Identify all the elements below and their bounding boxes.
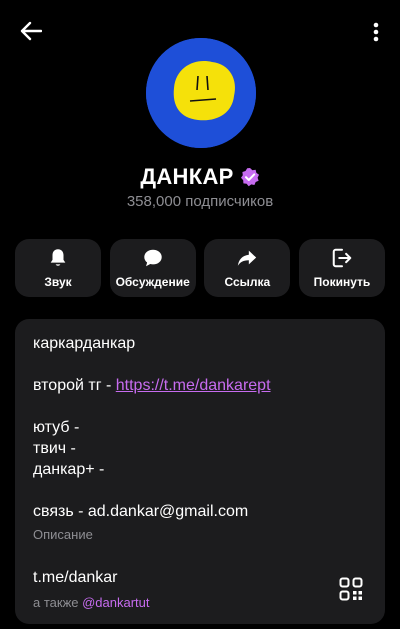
bell-icon [50, 249, 66, 266]
description-line-second-tg: второй тг - https://t.me/dankarept [33, 375, 367, 396]
also-prefix: а также [33, 595, 83, 610]
description-line: данкар+ - [33, 461, 105, 478]
leave-channel-label: Покинуть [313, 275, 371, 289]
discussion-label: Обсуждение [115, 275, 190, 289]
exit-icon [332, 248, 352, 268]
also-known-as: а также @dankartut [33, 595, 150, 610]
second-channel-link[interactable]: https://t.me/dankarept [116, 377, 271, 394]
more-vertical-icon [373, 22, 379, 42]
discussion-button[interactable]: Обсуждение [109, 239, 196, 297]
arrow-left-icon [20, 21, 42, 41]
description-line: каркарданкар [33, 335, 136, 352]
channel-username-link[interactable]: t.me/dankar [33, 569, 117, 587]
channel-description: каркарданкар второй тг - https://t.me/da… [33, 333, 367, 522]
channel-title-row: ДАНКАР [0, 164, 400, 190]
description-line: ютуб - [33, 419, 80, 436]
qr-code-button[interactable] [339, 577, 363, 601]
verified-badge-icon [240, 167, 260, 187]
description-line: связь - ad.dankar@gmail.com [33, 503, 249, 520]
mute-label: Звук [44, 275, 72, 289]
description-text: второй тг - [33, 377, 116, 394]
share-link-label: Ссылка [224, 275, 271, 289]
channel-title: ДАНКАР [140, 164, 234, 189]
qr-code-icon [339, 577, 363, 601]
avatar-face-icon [146, 38, 256, 148]
leave-channel-button[interactable]: Покинуть [298, 239, 385, 297]
mute-button[interactable]: Звук [15, 239, 101, 297]
share-arrow-icon [238, 250, 257, 266]
back-button[interactable] [14, 14, 48, 48]
share-link-button[interactable]: Ссылка [204, 239, 291, 297]
subscriber-count: 358,000 подписчиков [126, 193, 274, 210]
more-options-button[interactable] [364, 16, 388, 48]
description-line: твич - [33, 440, 76, 457]
chat-bubble-icon [143, 249, 162, 267]
channel-avatar[interactable] [146, 38, 256, 148]
alt-username-mention[interactable]: @dankartut [82, 595, 149, 610]
channel-info-card: каркарданкар второй тг - https://t.me/da… [15, 319, 385, 624]
description-caption: Описание [33, 527, 93, 542]
action-bar: Звук Обсуждение Ссылка Покинуть [15, 239, 385, 297]
